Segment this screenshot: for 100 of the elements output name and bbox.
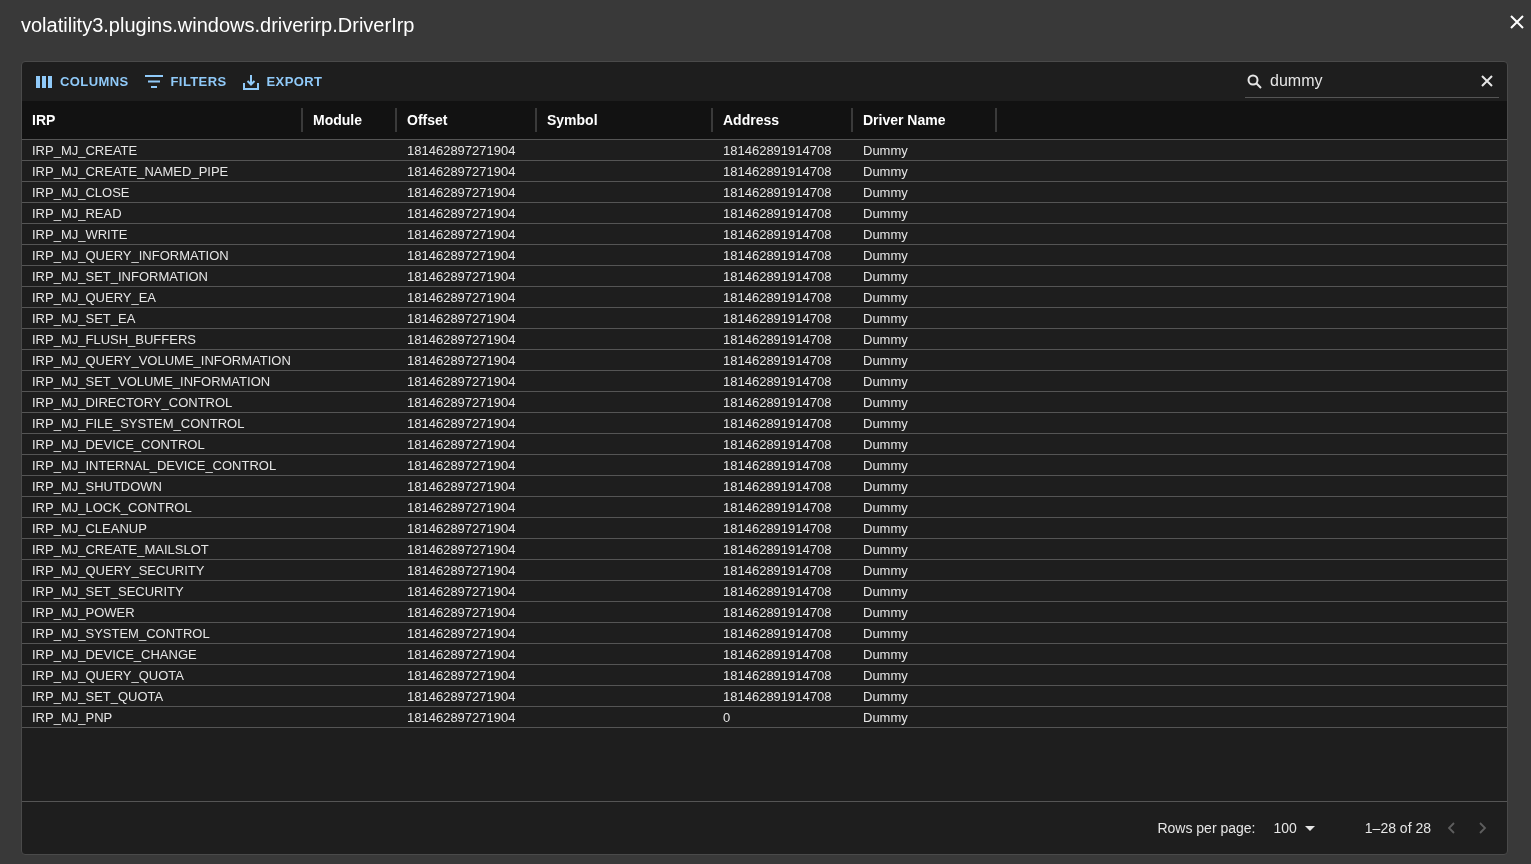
dialog-title: volatility3.plugins.windows.driverirp.DriverIrp xyxy=(21,14,415,37)
table-cell-text: 181462891914708 xyxy=(722,226,833,242)
table-cell-text: 181462897271904 xyxy=(406,268,517,284)
table-cell-text: IRP_MJ_SET_SECURITY xyxy=(31,583,185,599)
column-header[interactable]: Symbol xyxy=(537,112,711,128)
table-cell-text: IRP_MJ_SHUTDOWN xyxy=(31,478,163,494)
table-cell-text: 181462891914708 xyxy=(722,604,833,620)
table-cell-text: Dummy xyxy=(862,352,909,368)
table-cell-text: 181462897271904 xyxy=(406,310,517,326)
table-cell-text: 181462891914708 xyxy=(722,478,833,494)
columns-button[interactable]: COLUMNS xyxy=(30,70,135,93)
table-cell-text: 181462891914708 xyxy=(722,457,833,473)
table-cell-text: 181462897271904 xyxy=(406,625,517,641)
table-cell-text: 181462897271904 xyxy=(406,541,517,557)
filters-button[interactable]: FILTERS xyxy=(138,70,233,93)
table-cell-text: Dummy xyxy=(862,163,909,179)
table-cell-text: IRP_MJ_SET_QUOTA xyxy=(31,688,165,704)
table-cell-text: Dummy xyxy=(862,184,909,200)
table-cell-text: 181462897271904 xyxy=(406,478,517,494)
export-button[interactable]: EXPORT xyxy=(236,69,329,94)
table-cell-text: 181462897271904 xyxy=(406,331,517,347)
table-cell-text: Dummy xyxy=(862,520,909,536)
table-cell-text: IRP_MJ_QUERY_INFORMATION xyxy=(31,247,230,263)
column-header[interactable]: Address xyxy=(713,112,851,128)
table-cell-text: 181462897271904 xyxy=(406,373,517,389)
table-cell-text: Dummy xyxy=(862,310,909,326)
table-cell-text: 181462897271904 xyxy=(406,142,517,158)
table-cell-text: IRP_MJ_INTERNAL_DEVICE_CONTROL xyxy=(31,457,278,473)
table-cell-text: Dummy xyxy=(862,667,909,683)
column-header[interactable]: Offset xyxy=(397,112,535,128)
table-cell-text: 181462891914708 xyxy=(722,646,833,662)
table-cell-text: 181462891914708 xyxy=(722,688,833,704)
table-cell-text: Dummy xyxy=(862,331,909,347)
close-button[interactable] xyxy=(1510,14,1524,29)
table-cell-text: 181462891914708 xyxy=(722,331,833,347)
table-cell-text: 181462891914708 xyxy=(722,142,833,158)
table-cell-text: 181462891914708 xyxy=(722,247,833,263)
rows-per-page-label: Rows per page: xyxy=(1157,820,1256,836)
table-cell-text: IRP_MJ_QUERY_SECURITY xyxy=(31,562,206,578)
table-cell-text: 181462897271904 xyxy=(406,499,517,515)
table-cell-text: Dummy xyxy=(862,541,909,557)
table-cell-text: Dummy xyxy=(862,415,909,431)
table-cell-text: Dummy xyxy=(862,373,909,389)
column-header[interactable]: Module xyxy=(303,112,395,128)
table-cell-text: 181462891914708 xyxy=(722,541,833,557)
table-cell-text: Dummy xyxy=(862,436,909,452)
table-cell-text: 181462891914708 xyxy=(722,499,833,515)
table-cell-text: IRP_MJ_SET_EA xyxy=(31,310,137,326)
table-cell-text: 181462891914708 xyxy=(722,352,833,368)
table-cell-text: 181462897271904 xyxy=(406,394,517,410)
download-icon xyxy=(242,73,259,90)
table-cell-text: 181462897271904 xyxy=(406,562,517,578)
table-cell-text: IRP_MJ_FLUSH_BUFFERS xyxy=(31,331,197,347)
search-field[interactable]: dummy xyxy=(1268,71,1471,91)
table-cell-text: IRP_MJ_LOCK_CONTROL xyxy=(31,499,193,515)
close-icon xyxy=(1510,14,1524,29)
table-cell-text: 181462897271904 xyxy=(406,646,517,662)
table-cell-text: 181462891914708 xyxy=(722,583,833,599)
dropdown-caret-icon xyxy=(1304,825,1315,831)
table-cell-text: 181462891914708 xyxy=(722,289,833,305)
table-cell-text: IRP_MJ_PNP xyxy=(31,709,114,725)
table-cell-text: Dummy xyxy=(862,478,909,494)
table-cell-text: 181462897271904 xyxy=(406,226,517,242)
columns-icon xyxy=(36,75,52,88)
table-cell-text: 181462891914708 xyxy=(722,184,833,200)
table-cell-text: IRP_MJ_QUERY_EA xyxy=(31,289,158,305)
table-cell-text: IRP_MJ_SET_VOLUME_INFORMATION xyxy=(31,373,272,389)
table-cell-text: 181462891914708 xyxy=(722,163,833,179)
filter-icon xyxy=(144,75,163,88)
chevron-right-icon xyxy=(1478,822,1487,834)
table-cell-text: 181462891914708 xyxy=(722,205,833,221)
table-cell-text: 181462897271904 xyxy=(406,247,517,263)
chevron-left-icon xyxy=(1447,822,1456,834)
table-cell-text: IRP_MJ_SYSTEM_CONTROL xyxy=(31,625,211,641)
column-header[interactable]: IRP xyxy=(22,112,301,128)
table-cell-text: Dummy xyxy=(862,499,909,515)
table-cell-text: 181462897271904 xyxy=(406,436,517,452)
table-cell-text: 181462891914708 xyxy=(722,436,833,452)
table-cell-text: Dummy xyxy=(862,709,909,725)
table-cell-text: 181462891914708 xyxy=(722,520,833,536)
table-cell-text: 181462897271904 xyxy=(406,688,517,704)
search-icon xyxy=(1247,73,1262,89)
table-cell-text: Dummy xyxy=(862,604,909,620)
table-cell-text: Dummy xyxy=(862,226,909,242)
table-cell-text: 181462897271904 xyxy=(406,604,517,620)
table-cell-text: Dummy xyxy=(862,646,909,662)
table-cell-text: IRP_MJ_CLEANUP xyxy=(31,520,148,536)
table-cell-text: 181462897271904 xyxy=(406,289,517,305)
table-cell-text: 181462891914708 xyxy=(722,415,833,431)
table-cell-text: 181462897271904 xyxy=(406,709,517,725)
table-cell-text: 181462891914708 xyxy=(722,310,833,326)
rows-per-page-select[interactable]: 100 xyxy=(1269,818,1319,838)
table-cell-text: Dummy xyxy=(862,268,909,284)
table-cell-text: Dummy xyxy=(862,583,909,599)
table-cell-text: 181462897271904 xyxy=(406,520,517,536)
table-cell-text: IRP_MJ_CREATE_NAMED_PIPE xyxy=(31,163,230,179)
table-cell-text: IRP_MJ_DIRECTORY_CONTROL xyxy=(31,394,234,410)
column-header[interactable]: Driver Name xyxy=(853,112,995,128)
table-cell-text: Dummy xyxy=(862,142,909,158)
table-cell-text: IRP_MJ_READ xyxy=(31,205,123,221)
